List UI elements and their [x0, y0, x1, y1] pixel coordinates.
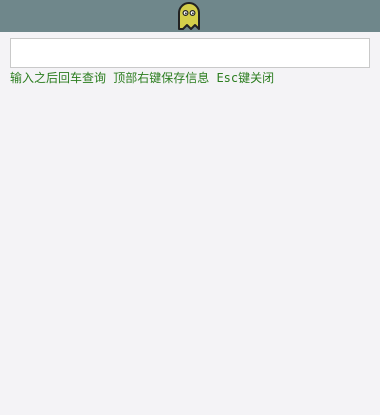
- top-bar[interactable]: [0, 0, 380, 32]
- ghost-icon: [177, 1, 201, 31]
- search-input[interactable]: [11, 39, 369, 67]
- hint-text: 输入之后回车查询 顶部右键保存信息 Esc键关闭: [10, 71, 275, 85]
- search-box: [10, 38, 370, 68]
